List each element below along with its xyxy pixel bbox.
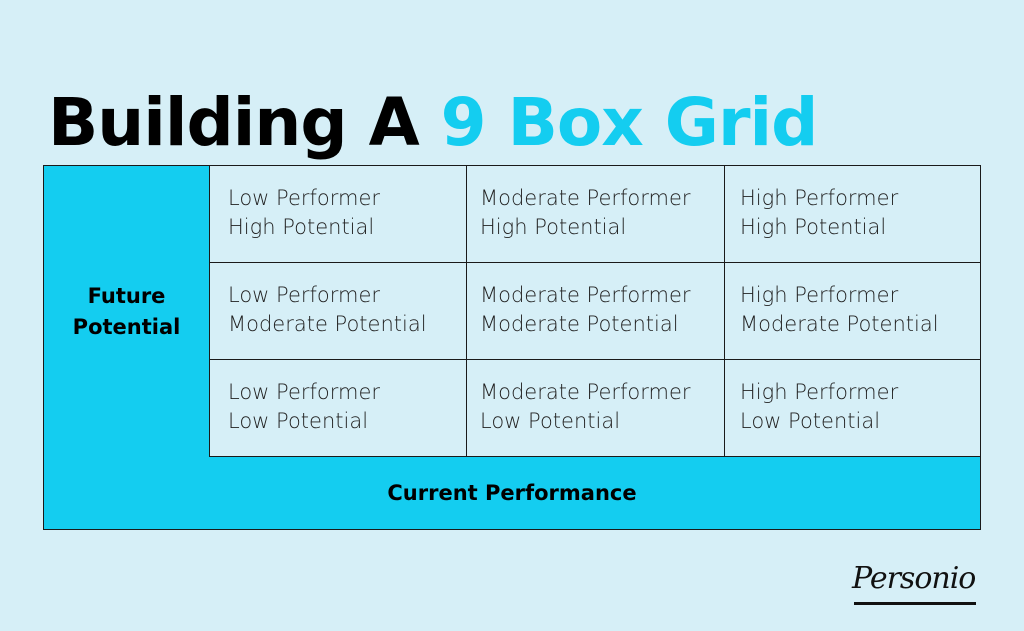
cell-performance: Moderate Performer xyxy=(480,186,691,210)
cell-potential: High Potential xyxy=(480,215,627,239)
y-axis-label: Future Potential xyxy=(72,283,181,339)
grid-cell-high-performer-high-potential: High Performer High Potential xyxy=(725,166,980,263)
cell-performance: Moderate Performer xyxy=(480,380,691,404)
personio-logo-icon: Personio xyxy=(852,562,984,608)
cell-potential: Low Potential xyxy=(740,409,881,433)
cell-potential: Low Potential xyxy=(228,409,369,433)
grid-cell-moderate-performer-high-potential: Moderate Performer High Potential xyxy=(467,166,725,263)
cell-potential: High Potential xyxy=(740,215,887,239)
logo-wordmark: Personio xyxy=(852,561,976,596)
page-title: Building A 9 Box Grid xyxy=(48,90,818,156)
x-axis-header: Current Performance xyxy=(44,457,980,529)
cell-potential: Low Potential xyxy=(480,409,621,433)
nine-box-grid: Future Potential Low Performer High Pote… xyxy=(43,165,981,530)
cell-performance: Low Performer xyxy=(228,186,381,210)
y-axis-header: Future Potential xyxy=(44,166,210,457)
x-axis-label: Current Performance xyxy=(387,481,637,505)
grid-cell-low-performer-high-potential: Low Performer High Potential xyxy=(210,166,467,263)
cell-potential: High Potential xyxy=(228,215,375,239)
cell-performance: Low Performer xyxy=(228,380,381,404)
grid-cell-low-performer-moderate-potential: Low Performer Moderate Potential xyxy=(210,263,467,360)
title-prefix: Building A xyxy=(48,84,441,162)
cell-performance: Low Performer xyxy=(228,283,381,307)
grid-cell-low-performer-low-potential: Low Performer Low Potential xyxy=(210,360,467,457)
cell-potential: Moderate Potential xyxy=(228,312,427,336)
logo-underline xyxy=(854,602,976,605)
cell-performance: High Performer xyxy=(740,380,899,404)
cell-performance: High Performer xyxy=(740,186,899,210)
grid-cell-moderate-performer-low-potential: Moderate Performer Low Potential xyxy=(467,360,725,457)
grid-cell-high-performer-low-potential: High Performer Low Potential xyxy=(725,360,980,457)
grid-cell-moderate-performer-moderate-potential: Moderate Performer Moderate Potential xyxy=(467,263,725,360)
grid-cell-high-performer-moderate-potential: High Performer Moderate Potential xyxy=(725,263,980,360)
cell-potential: Moderate Potential xyxy=(740,312,939,336)
cell-potential: Moderate Potential xyxy=(480,312,679,336)
title-accent: 9 Box Grid xyxy=(440,84,819,162)
cell-performance: Moderate Performer xyxy=(480,283,691,307)
cell-performance: High Performer xyxy=(740,283,899,307)
